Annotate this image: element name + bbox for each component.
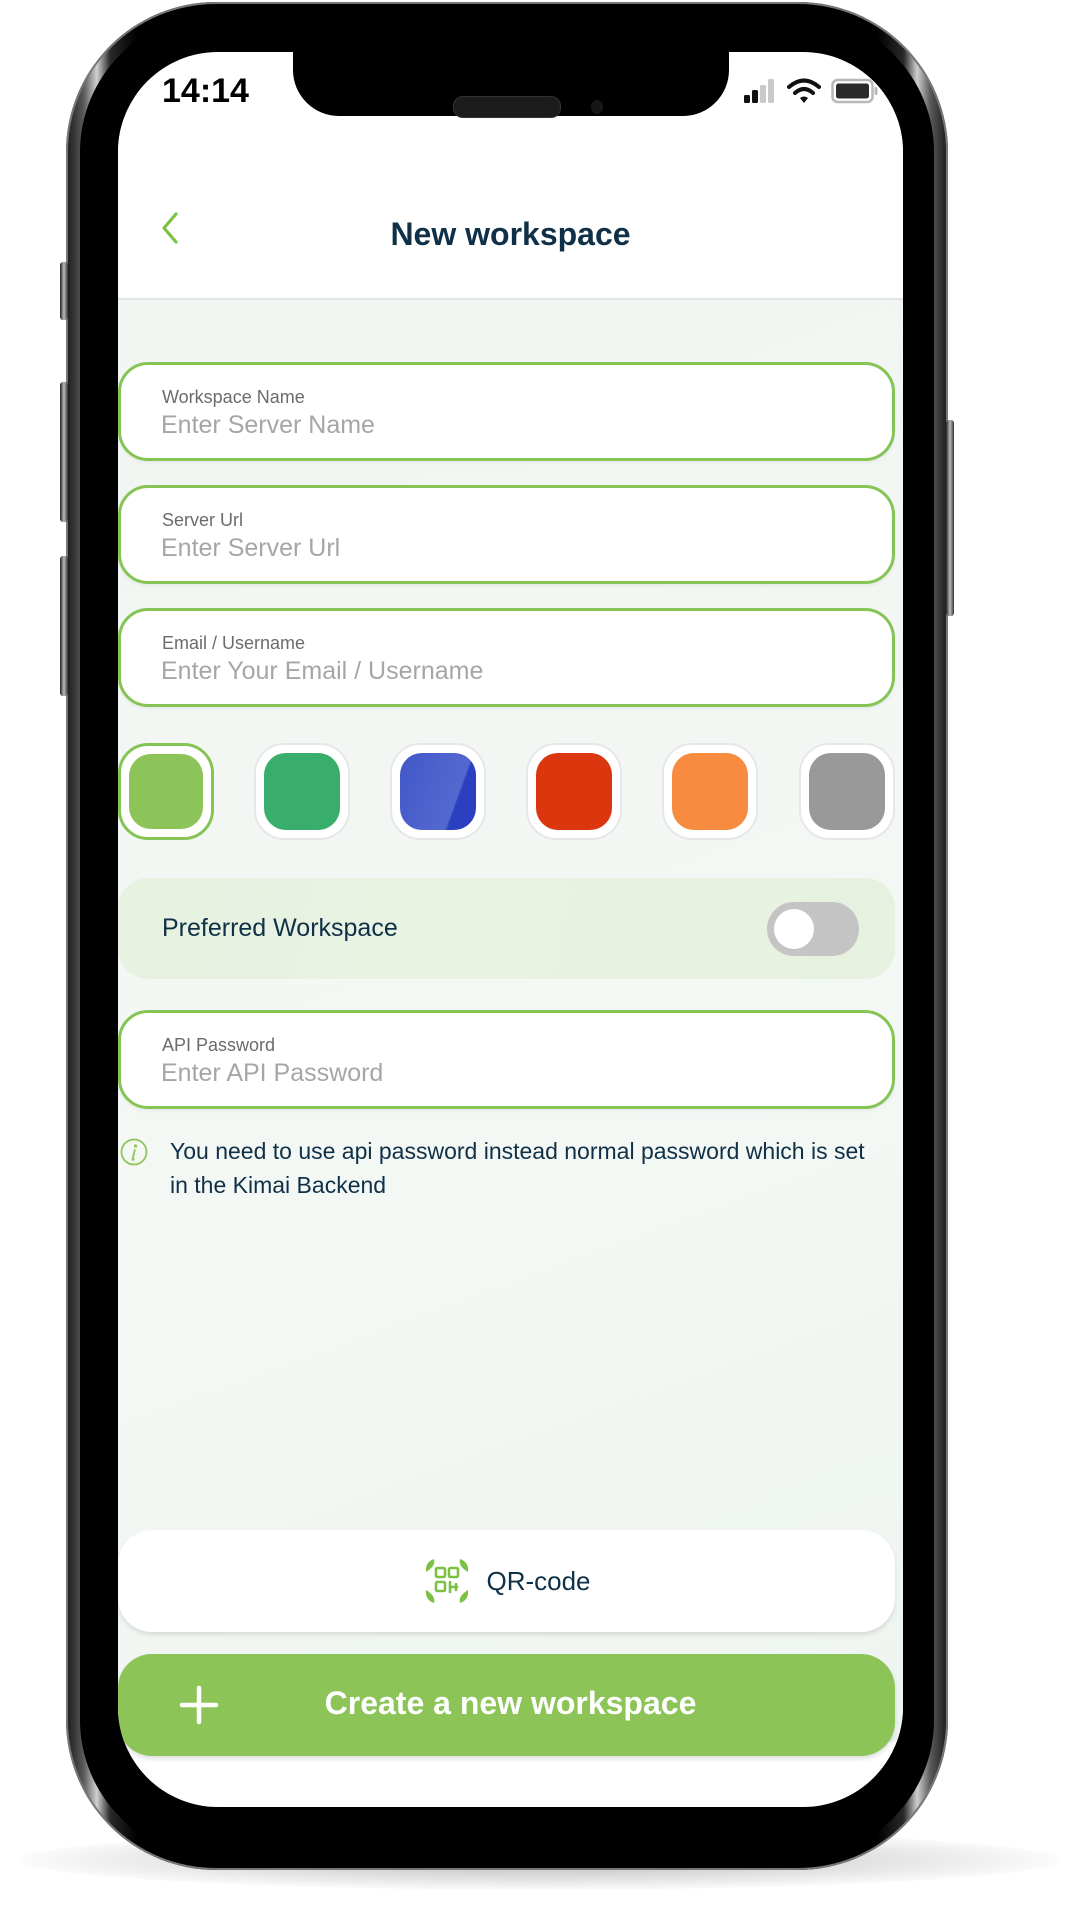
info-text: You need to use api password instead nor… — [170, 1138, 865, 1198]
preferred-workspace-row: Preferred Workspace — [118, 878, 895, 979]
qr-scan-icon — [426, 1559, 469, 1603]
volume-down-button — [60, 556, 68, 696]
api-password-input[interactable] — [161, 1059, 841, 1088]
color-swatch-light-green[interactable] — [118, 743, 214, 840]
workspace-name-label: Workspace Name — [162, 387, 305, 407]
front-camera — [591, 100, 603, 114]
create-workspace-button[interactable]: Create a new workspace — [118, 1654, 895, 1756]
color-swatch-fill — [129, 754, 203, 829]
server-url-input[interactable] — [161, 534, 841, 563]
color-picker — [118, 743, 903, 843]
status-icons — [743, 76, 879, 106]
wifi-icon — [787, 78, 821, 103]
volume-up-button — [60, 382, 68, 522]
color-swatch-fill — [400, 753, 476, 830]
color-swatch-red[interactable] — [526, 743, 622, 840]
toggle-knob — [774, 909, 814, 949]
power-button — [946, 420, 954, 616]
api-password-field[interactable]: API Password — [118, 1010, 895, 1109]
mute-switch — [60, 262, 68, 320]
preferred-workspace-toggle[interactable] — [767, 902, 859, 956]
speaker-grille — [453, 96, 561, 118]
color-swatch-blue[interactable] — [390, 743, 486, 840]
workspace-name-field[interactable]: Workspace Name — [118, 362, 895, 461]
status-time: 14:14 — [162, 72, 249, 110]
info-icon — [120, 1138, 148, 1166]
color-swatch-orange[interactable] — [662, 743, 758, 840]
color-swatch-fill — [672, 753, 748, 830]
color-swatch-green[interactable] — [254, 743, 350, 840]
form-content: Workspace Name Server Url Email / Userna… — [118, 300, 903, 1756]
page-title: New workspace — [390, 216, 631, 252]
color-swatch-fill — [264, 753, 340, 830]
color-swatch-fill — [536, 753, 612, 830]
navigation-header: New workspace — [118, 116, 903, 300]
signal-icon — [744, 79, 774, 103]
qr-code-button[interactable]: QR-code — [118, 1530, 895, 1632]
app-screen: New workspace 14:14 Workspace Name Enter… — [118, 52, 903, 1807]
color-swatch-gray[interactable] — [799, 743, 895, 840]
workspace-name-input[interactable] — [161, 411, 841, 440]
preferred-workspace-label: Preferred Workspace — [162, 914, 398, 942]
server-url-field[interactable]: Server Url — [118, 485, 895, 584]
create-workspace-label: Create a new workspace — [324, 1685, 697, 1721]
api-password-label: API Password — [162, 1035, 276, 1055]
color-swatch-fill — [809, 753, 885, 830]
battery-icon — [831, 78, 878, 104]
notch — [293, 52, 729, 118]
email-username-input[interactable] — [161, 657, 841, 686]
qr-code-label: QR-code — [486, 1565, 591, 1596]
email-username-field[interactable]: Email / Username — [118, 608, 895, 707]
email-username-label: Email / Username — [162, 633, 306, 653]
server-url-label: Server Url — [162, 510, 244, 530]
